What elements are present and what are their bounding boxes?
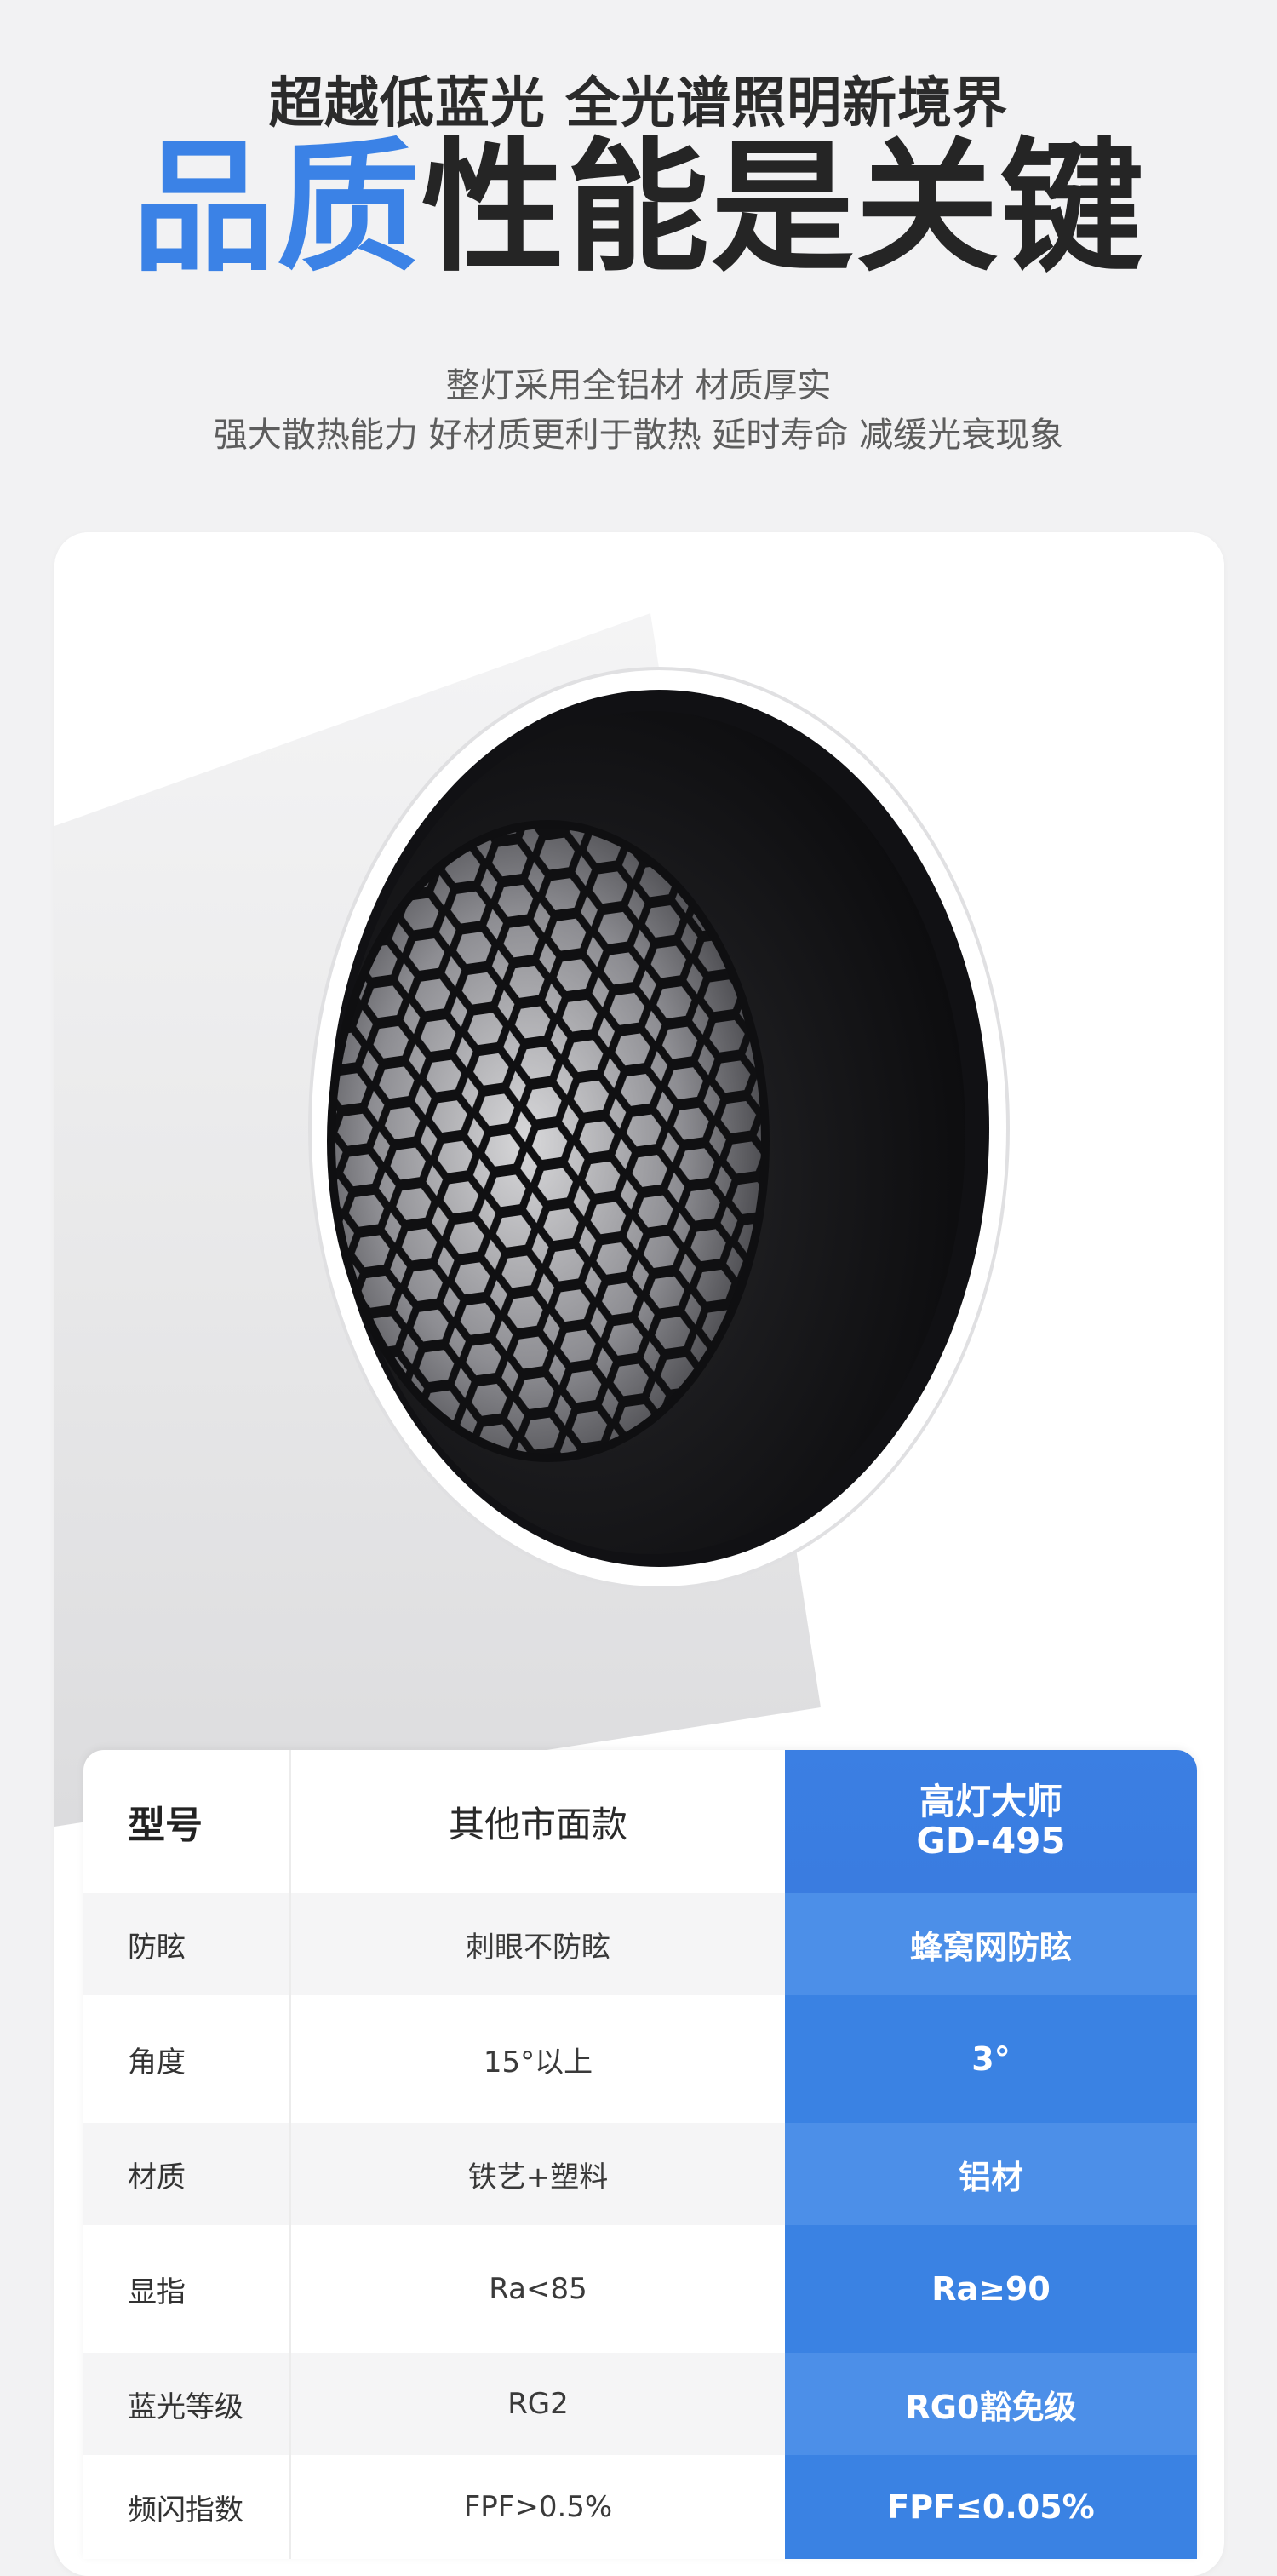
spotlight-product-image — [54, 532, 1224, 1827]
row-label: 角度 — [128, 2045, 186, 2080]
model-number: GD-495 — [916, 1820, 1066, 1862]
header-other-model: 其他市面款 — [289, 1750, 785, 1893]
row-other-value: RG2 — [289, 2353, 785, 2455]
row-label: 显指 — [128, 2275, 186, 2309]
headline-main: 性能是关键 — [421, 124, 1145, 291]
row-label: 频闪指数 — [128, 2493, 243, 2527]
hero-headline: 品质性能是关键 — [0, 136, 1277, 279]
table-row: 频闪指数 FPF>0.5% FPF≤0.05% — [83, 2455, 1197, 2559]
table-row: 蓝光等级 RG2 RG0豁免级 — [83, 2353, 1197, 2455]
headline-highlight: 品质 — [132, 124, 421, 291]
row-our-value: 蜂窝网防眩 — [785, 1893, 1197, 1995]
table-row: 材质 铁艺+塑料 铝材 — [83, 2123, 1197, 2225]
row-our-value: 3° — [785, 1995, 1197, 2123]
hero-description-line2: 强大散热能力 好材质更利于散热 延时寿命 减缓光衰现象 — [213, 416, 1064, 455]
row-label: 材质 — [128, 2160, 186, 2194]
hero-section: 超越低蓝光 全光谱照明新境界 品质性能是关键 整灯采用全铝材 材质厚实 强大散热… — [0, 0, 1277, 511]
comparison-table: 型号 其他市面款 高灯大师 GD-495 防眩 刺眼不防眩 蜂窝网防眩 角度 1… — [83, 1750, 1197, 2559]
header-label: 型号 — [128, 1804, 203, 1847]
row-label: 蓝光等级 — [128, 2390, 243, 2424]
table-row: 角度 15°以上 3° — [83, 1995, 1197, 2123]
row-other-value: Ra<85 — [289, 2225, 785, 2353]
row-other-value: FPF>0.5% — [289, 2455, 785, 2559]
row-other-value: 刺眼不防眩 — [289, 1893, 785, 1995]
brand-name: 高灯大师 — [919, 1780, 1062, 1822]
row-other-value: 15°以上 — [289, 1995, 785, 2123]
table-header-row: 型号 其他市面款 高灯大师 GD-495 — [83, 1750, 1197, 1893]
header-our-model: 高灯大师 GD-495 — [785, 1750, 1197, 1893]
row-our-value: Ra≥90 — [785, 2225, 1197, 2353]
hero-description-line1: 整灯采用全铝材 材质厚实 — [445, 366, 832, 405]
table-row: 显指 Ra<85 Ra≥90 — [83, 2225, 1197, 2353]
table-row: 防眩 刺眼不防眩 蜂窝网防眩 — [83, 1893, 1197, 1995]
row-other-value: 铁艺+塑料 — [289, 2123, 785, 2225]
row-our-value: RG0豁免级 — [785, 2353, 1197, 2455]
row-label: 防眩 — [128, 1930, 186, 1965]
row-our-value: 铝材 — [785, 2123, 1197, 2225]
row-our-value: FPF≤0.05% — [785, 2455, 1197, 2559]
